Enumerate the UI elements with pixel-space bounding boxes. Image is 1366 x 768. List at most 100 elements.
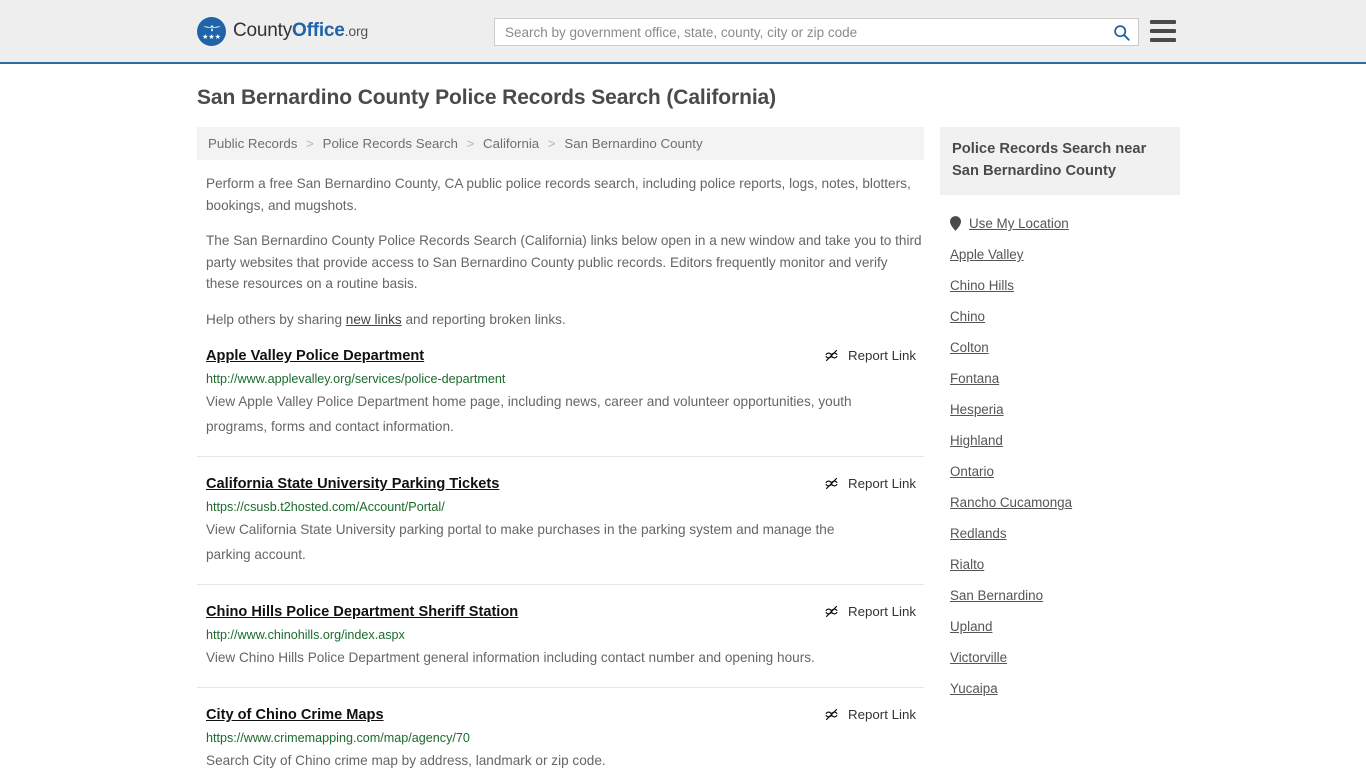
- sidebar-city-link[interactable]: San Bernardino: [950, 588, 1043, 603]
- sidebar-item-chino[interactable]: Chino: [940, 301, 1180, 332]
- sidebar-heading: Police Records Search near San Bernardin…: [940, 127, 1180, 195]
- results-list: Apple Valley Police Department Report Li…: [197, 346, 924, 768]
- intro-paragraph-3: Help others by sharing new links and rep…: [197, 309, 924, 331]
- intro-text: Perform a free San Bernardino County, CA…: [197, 173, 924, 330]
- intro-paragraph-1: Perform a free San Bernardino County, CA…: [206, 176, 911, 213]
- broken-link-icon: [825, 477, 838, 490]
- report-link-label: Report Link: [848, 476, 916, 491]
- result-title-link[interactable]: California State University Parking Tick…: [206, 474, 499, 494]
- sidebar-item-rialto[interactable]: Rialto: [940, 549, 1180, 580]
- result-item: City of Chino Crime Maps Report Link htt…: [197, 688, 924, 768]
- brand-part-county: County: [233, 20, 293, 41]
- sidebar-item-ontario[interactable]: Ontario: [940, 456, 1180, 487]
- report-link-button[interactable]: Report Link: [823, 475, 916, 492]
- sidebar-city-link[interactable]: Redlands: [950, 526, 1007, 541]
- hamburger-bar-1: [1150, 20, 1176, 24]
- result-title-link[interactable]: Apple Valley Police Department: [206, 346, 424, 366]
- sidebar-city-link[interactable]: Ontario: [950, 464, 994, 479]
- new-links-link[interactable]: new links: [346, 312, 402, 327]
- result-description: View California State University parking…: [206, 522, 835, 562]
- result-header: Chino Hills Police Department Sheriff St…: [206, 602, 924, 622]
- search-icon: [1113, 24, 1130, 41]
- result-item: Apple Valley Police Department Report Li…: [197, 346, 924, 457]
- sidebar-city-link[interactable]: Apple Valley: [950, 247, 1023, 262]
- breadcrumb-separator: >: [547, 136, 556, 151]
- result-header: California State University Parking Tick…: [206, 474, 924, 494]
- page-body: San Bernardino County Police Records Sea…: [0, 64, 1366, 768]
- result-description: View Apple Valley Police Department home…: [206, 394, 852, 434]
- result-title-link[interactable]: City of Chino Crime Maps: [206, 705, 384, 725]
- breadcrumb-item-police-records-search[interactable]: Police Records Search: [323, 136, 458, 151]
- report-link-label: Report Link: [848, 604, 916, 619]
- hamburger-bar-2: [1150, 29, 1176, 33]
- search-input[interactable]: [495, 19, 1104, 45]
- breadcrumb-item-san-bernardino-county[interactable]: San Bernardino County: [564, 136, 702, 151]
- content-columns: Public Records > Police Records Search >…: [197, 127, 1180, 768]
- sidebar-city-link[interactable]: Chino Hills: [950, 278, 1014, 293]
- sidebar-item-redlands[interactable]: Redlands: [940, 518, 1180, 549]
- result-description: View Chino Hills Police Department gener…: [206, 650, 815, 665]
- sidebar-item-chino-hills[interactable]: Chino Hills: [940, 270, 1180, 301]
- sidebar-item-victorville[interactable]: Victorville: [940, 642, 1180, 673]
- report-link-button[interactable]: Report Link: [823, 603, 916, 620]
- result-header: Apple Valley Police Department Report Li…: [206, 346, 924, 366]
- search-bar: [494, 18, 1139, 46]
- result-item: California State University Parking Tick…: [197, 457, 924, 585]
- sidebar-city-link[interactable]: Fontana: [950, 371, 999, 386]
- sidebar-item-fontana[interactable]: Fontana: [940, 363, 1180, 394]
- hamburger-bar-3: [1150, 38, 1176, 42]
- sidebar-city-link[interactable]: Victorville: [950, 650, 1007, 665]
- sidebar-item-hesperia[interactable]: Hesperia: [940, 394, 1180, 425]
- result-title-link[interactable]: Chino Hills Police Department Sheriff St…: [206, 602, 518, 622]
- breadcrumb-separator: >: [466, 136, 475, 151]
- result-url: http://www.applevalley.org/services/poli…: [206, 372, 506, 386]
- sidebar-item-apple-valley[interactable]: Apple Valley: [940, 239, 1180, 270]
- sidebar-item-colton[interactable]: Colton: [940, 332, 1180, 363]
- sidebar-item-san-bernardino[interactable]: San Bernardino: [940, 580, 1180, 611]
- result-header: City of Chino Crime Maps Report Link: [206, 705, 924, 725]
- broken-link-icon: [825, 708, 838, 721]
- sidebar-item-highland[interactable]: Highland: [940, 425, 1180, 456]
- brand-part-tld: .org: [344, 23, 369, 39]
- sidebar-city-link[interactable]: Hesperia: [950, 402, 1004, 417]
- report-link-label: Report Link: [848, 348, 916, 363]
- result-description: Search City of Chino crime map by addres…: [206, 753, 606, 768]
- hamburger-menu-button[interactable]: [1150, 20, 1176, 42]
- sidebar-item-rancho-cucamonga[interactable]: Rancho Cucamonga: [940, 487, 1180, 518]
- sidebar-city-link[interactable]: Yucaipa: [950, 681, 998, 696]
- sidebar-city-link[interactable]: Upland: [950, 619, 992, 634]
- intro-p3-after: and reporting broken links.: [401, 311, 566, 327]
- sidebar-item-upland[interactable]: Upland: [940, 611, 1180, 642]
- intro-paragraph-2: The San Bernardino County Police Records…: [206, 233, 922, 291]
- eagle-icon: [202, 24, 221, 31]
- report-link-button[interactable]: Report Link: [823, 347, 916, 364]
- sidebar-city-link[interactable]: Colton: [950, 340, 989, 355]
- result-item: Chino Hills Police Department Sheriff St…: [197, 585, 924, 688]
- sidebar-city-link[interactable]: Highland: [950, 433, 1003, 448]
- result-url: https://csusb.t2hosted.com/Account/Porta…: [206, 500, 445, 514]
- breadcrumb: Public Records > Police Records Search >…: [197, 127, 924, 160]
- sidebar-item-use-my-location[interactable]: Use My Location: [940, 208, 1180, 239]
- broken-link-icon: [825, 605, 838, 618]
- brand-part-office: Office: [292, 20, 345, 41]
- sidebar-city-link[interactable]: Chino: [950, 309, 985, 324]
- site-logo-link[interactable]: ★★★ CountyOffice.org: [197, 16, 369, 46]
- search-button[interactable]: [1104, 19, 1138, 45]
- result-url: http://www.chinohills.org/index.aspx: [206, 628, 405, 642]
- sidebar-city-link[interactable]: Rancho Cucamonga: [950, 495, 1072, 510]
- breadcrumb-separator: >: [306, 136, 314, 151]
- sidebar-city-link[interactable]: Rialto: [950, 557, 984, 572]
- map-pin-icon: [950, 216, 961, 231]
- breadcrumb-item-public-records[interactable]: Public Records: [208, 136, 297, 151]
- report-link-button[interactable]: Report Link: [823, 706, 916, 723]
- sidebar-city-list: Use My Location Apple Valley Chino Hills…: [940, 208, 1180, 704]
- main-column: Public Records > Police Records Search >…: [197, 127, 924, 768]
- report-link-label: Report Link: [848, 707, 916, 722]
- use-my-location-link[interactable]: Use My Location: [969, 216, 1069, 231]
- breadcrumb-item-california[interactable]: California: [483, 136, 539, 151]
- page-title: San Bernardino County Police Records Sea…: [197, 86, 777, 109]
- intro-p3-before: Help others by sharing: [206, 311, 346, 327]
- sidebar-item-yucaipa[interactable]: Yucaipa: [940, 673, 1180, 704]
- site-header: ★★★ CountyOffice.org: [0, 0, 1366, 64]
- seal-stars: ★★★: [202, 33, 221, 41]
